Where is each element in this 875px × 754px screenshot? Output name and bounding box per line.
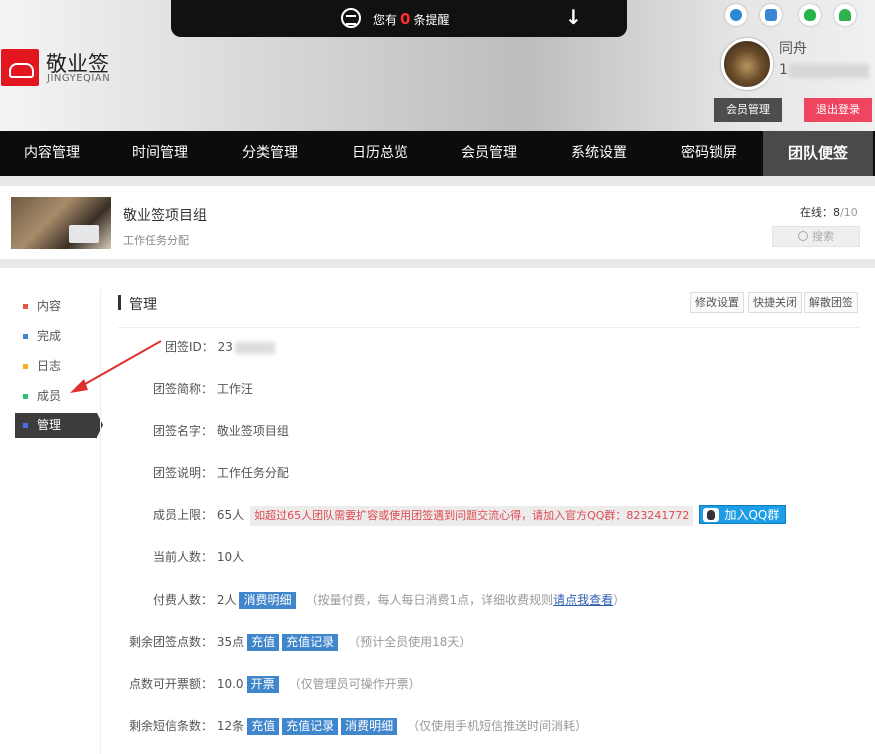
windows-icon[interactable] bbox=[760, 4, 782, 26]
user-id-blur bbox=[789, 64, 869, 78]
nav-content[interactable]: 内容管理 bbox=[24, 131, 80, 176]
sidebar-item-log[interactable]: 日志 bbox=[15, 354, 97, 379]
group-header: 敬业签项目组 工作任务分配 在线：8/10 搜索 bbox=[0, 186, 875, 259]
header: 您有 0 条提醒 ↓ 敬业签 JINGYEQIAN 同舟 1 会员管理 退出登录 bbox=[0, 0, 875, 131]
join-qq-group-button[interactable]: 加入QQ群 bbox=[699, 505, 787, 524]
field-team-id: 团签ID： 23 bbox=[165, 337, 275, 357]
nav-calendar[interactable]: 日历总览 bbox=[352, 131, 408, 176]
sidebar-item-done[interactable]: 完成 bbox=[15, 324, 97, 349]
field-paid-members: 付费人数： 2人 消费明细 （按量付费，每人每日消费1点，详细收费规则请点我查看） bbox=[153, 592, 626, 609]
nav-category[interactable]: 分类管理 bbox=[242, 131, 298, 176]
group-image bbox=[11, 197, 111, 249]
dissolve-team-button[interactable]: 解散团签 bbox=[804, 292, 858, 313]
field-remaining-sms: 剩余短信条数： 12条 充值 充值记录 消费明细 （仅使用手机短信推送时间消耗） bbox=[129, 718, 588, 735]
field-invoice-amount: 点数可开票额： 10.0 开票 （仅管理员可操作开票） bbox=[129, 676, 421, 693]
arrow-down-icon[interactable]: ↓ bbox=[565, 7, 582, 27]
main-nav: 内容管理 时间管理 分类管理 日历总览 会员管理 系统设置 密码锁屏 团队便签 bbox=[0, 131, 875, 176]
consumption-detail-button[interactable]: 消费明细 bbox=[239, 592, 296, 609]
id-blur bbox=[234, 341, 275, 354]
field-short-name: 团签简称： 工作汪 bbox=[153, 382, 253, 396]
group-name: 敬业签项目组 bbox=[123, 208, 207, 224]
main-panel: 内容 完成 日志 成员 管理 管理 修改设置 快捷关闭 解散团签 团签ID： 2… bbox=[0, 268, 875, 754]
sidebar-item-content[interactable]: 内容 bbox=[15, 294, 97, 319]
nav-team-notes[interactable]: 团队便签 bbox=[763, 131, 873, 176]
pricing-rules-link[interactable]: 请点我查看 bbox=[553, 593, 613, 607]
dot-icon bbox=[23, 364, 28, 369]
quick-close-button[interactable]: 快捷关闭 bbox=[748, 292, 802, 313]
field-current-members: 当前人数： 10人 bbox=[153, 550, 245, 564]
recharge-record-button[interactable]: 充值记录 bbox=[282, 634, 339, 651]
invoice-button[interactable]: 开票 bbox=[246, 676, 279, 693]
panel-title: 管理 bbox=[129, 297, 157, 313]
dot-icon bbox=[23, 394, 28, 399]
reminder-text: 您有 0 条提醒 bbox=[373, 10, 450, 28]
field-member-limit: 成员上限： 65人 如超过65人团队需要扩容或使用团签遇到问题交流心得，请加入官方… bbox=[153, 505, 787, 526]
search-button[interactable]: 搜索 bbox=[772, 226, 860, 247]
reminder-bar[interactable]: 您有 0 条提醒 ↓ bbox=[171, 0, 627, 37]
field-team-desc: 团签说明： 工作任务分配 bbox=[153, 466, 289, 480]
user-name: 同舟 bbox=[779, 41, 807, 57]
online-count: 在线：8/10 bbox=[800, 206, 858, 219]
member-management-button[interactable]: 会员管理 bbox=[714, 98, 782, 122]
reminder-count: 0 bbox=[400, 10, 411, 28]
nav-time[interactable]: 时间管理 bbox=[132, 131, 188, 176]
title-marker bbox=[118, 295, 121, 310]
sms-recharge-record-button[interactable]: 充值记录 bbox=[282, 718, 339, 735]
divider bbox=[100, 290, 101, 754]
logout-button[interactable]: 退出登录 bbox=[804, 98, 872, 122]
user-id: 1 bbox=[779, 62, 788, 78]
dot-icon bbox=[23, 304, 28, 309]
apple-icon[interactable] bbox=[799, 4, 821, 26]
android-icon[interactable] bbox=[834, 4, 856, 26]
nav-settings[interactable]: 系统设置 bbox=[571, 131, 627, 176]
recharge-button[interactable]: 充值 bbox=[247, 634, 280, 651]
dot-icon bbox=[23, 423, 28, 428]
nav-lock[interactable]: 密码锁屏 bbox=[681, 131, 737, 176]
nav-member[interactable]: 会员管理 bbox=[461, 131, 517, 176]
group-description: 工作任务分配 bbox=[123, 234, 189, 247]
sidebar-item-manage[interactable]: 管理 bbox=[15, 413, 103, 438]
search-icon bbox=[798, 231, 808, 241]
edit-settings-button[interactable]: 修改设置 bbox=[690, 292, 744, 313]
field-remaining-points: 剩余团签点数： 35点 充值 充值记录 （预计全员使用18天） bbox=[129, 634, 472, 651]
dot-icon bbox=[23, 334, 28, 339]
sms-recharge-button[interactable]: 充值 bbox=[247, 718, 280, 735]
panel-title-bar: 管理 修改设置 快捷关闭 解散团签 bbox=[118, 292, 860, 328]
chat-bubble-icon bbox=[341, 8, 361, 28]
avatar[interactable] bbox=[721, 38, 773, 90]
field-team-name: 团签名字： 敬业签项目组 bbox=[153, 424, 289, 438]
logo-icon[interactable] bbox=[1, 49, 39, 86]
sidebar-item-members[interactable]: 成员 bbox=[15, 384, 97, 409]
brand-subtitle: JINGYEQIAN bbox=[47, 73, 111, 84]
limit-warning: 如超过65人团队需要扩容或使用团签遇到问题交流心得，请加入官方QQ群：82324… bbox=[250, 506, 694, 526]
qq-icon bbox=[703, 508, 720, 522]
ie-icon[interactable] bbox=[725, 4, 747, 26]
sms-consumption-button[interactable]: 消费明细 bbox=[341, 718, 398, 735]
